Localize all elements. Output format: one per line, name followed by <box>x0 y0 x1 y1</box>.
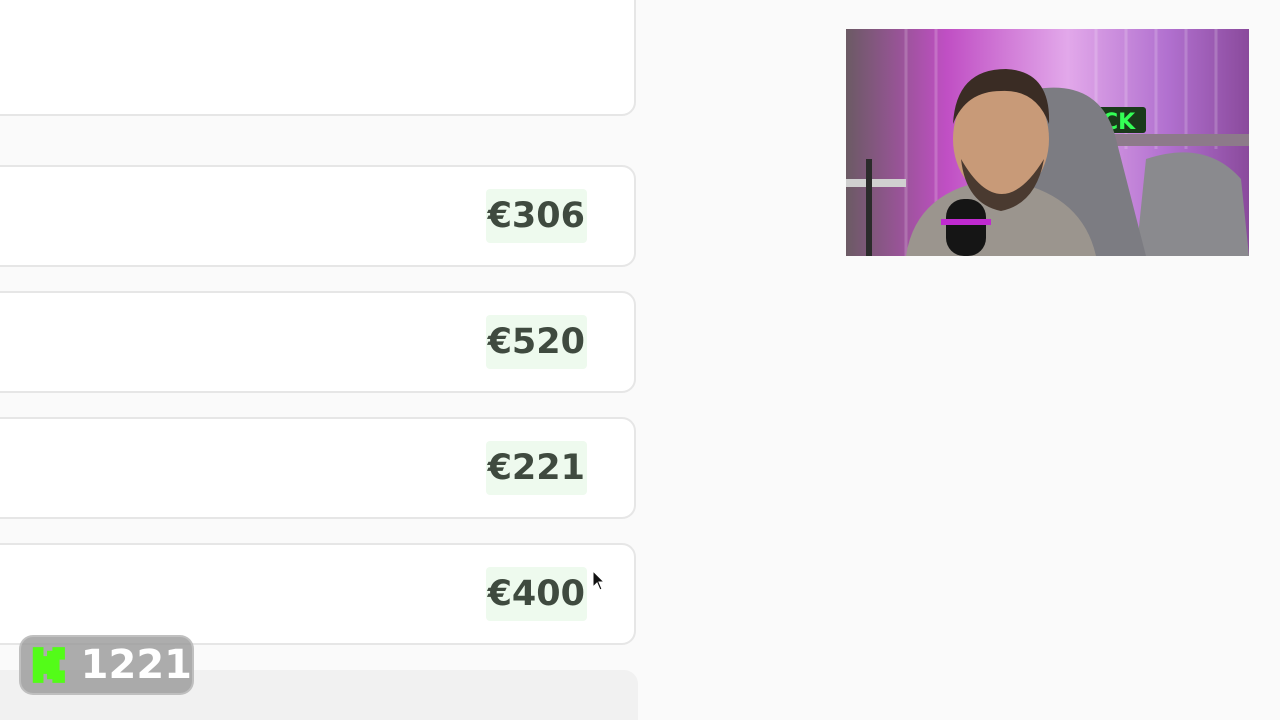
kick-logo-icon <box>32 647 65 683</box>
webcam-image: CK <box>846 29 1249 256</box>
viewer-count-badge: 1221 <box>19 635 194 695</box>
price-badge: €306 <box>485 189 587 243</box>
list-item[interactable]: €520 <box>0 291 636 393</box>
viewer-count: 1221 <box>80 642 192 688</box>
price-badge: €520 <box>485 315 587 369</box>
price-badge: €400 <box>485 567 587 621</box>
screen: €306 €520 €221 €400 CK 1221 <box>0 0 1280 720</box>
list-item[interactable]: €221 <box>0 417 636 519</box>
list-item[interactable]: €400 <box>0 543 636 645</box>
list-item[interactable]: €306 <box>0 165 636 267</box>
list-card <box>0 0 636 116</box>
mouse-cursor-icon <box>592 570 606 591</box>
webcam-overlay: CK <box>846 29 1249 256</box>
price-badge: €221 <box>485 441 587 495</box>
